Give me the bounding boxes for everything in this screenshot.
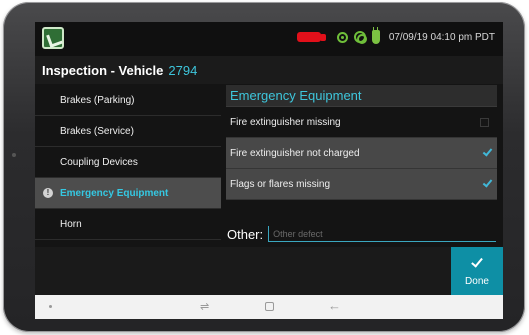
defect-row[interactable]: Flags or flares missing: [226, 169, 497, 200]
vehicle-number: 2794: [168, 62, 198, 78]
title-bar: Inspection - Vehicle 2794: [35, 56, 503, 84]
done-button[interactable]: Done: [451, 247, 503, 295]
checkbox-unchecked[interactable]: [480, 118, 489, 127]
side-sensor: [12, 153, 16, 157]
defect-label: Fire extinguisher not charged: [230, 147, 360, 159]
defect-panel: Emergency Equipment Fire extinguisher mi…: [226, 85, 497, 200]
app-screen: 07/09/19 04:10 pm PDT Inspection - Vehic…: [35, 22, 503, 319]
category-item-brakes-parking[interactable]: Brakes (Parking): [35, 85, 221, 116]
wifi-icon: [354, 31, 367, 44]
category-label: Coupling Devices: [60, 156, 138, 168]
action-bar: Done: [35, 247, 503, 295]
warning-icon: !: [43, 188, 53, 198]
other-label: Other:: [227, 227, 264, 242]
truck-icon: [297, 32, 326, 42]
app-logo-icon[interactable]: [42, 27, 64, 49]
defect-row[interactable]: Fire extinguisher not charged: [226, 138, 497, 169]
datetime: 07/09/19 04:10 pm PDT: [388, 32, 495, 43]
recent-apps-icon[interactable]: ⇌: [200, 300, 209, 313]
category-item-coupling-devices[interactable]: Coupling Devices: [35, 147, 221, 178]
status-icons: [297, 27, 380, 44]
menu-dot-icon[interactable]: [49, 305, 52, 308]
home-icon[interactable]: [265, 302, 274, 311]
check-icon: [471, 254, 483, 268]
android-nav-bar: ⇌ ←: [35, 295, 503, 319]
checkmark-icon[interactable]: [482, 177, 493, 188]
category-label: Emergency Equipment: [60, 187, 169, 199]
category-item-emergency-equipment[interactable]: ! Emergency Equipment: [35, 178, 221, 209]
category-item-horn[interactable]: Horn: [35, 209, 221, 240]
defect-label: Fire extinguisher missing: [230, 116, 341, 128]
category-label: Brakes (Parking): [60, 94, 135, 106]
panel-header: Emergency Equipment: [226, 85, 497, 107]
category-label: Horn: [60, 218, 82, 230]
category-label: Brakes (Service): [60, 125, 134, 137]
status-bar: 07/09/19 04:10 pm PDT: [35, 22, 503, 56]
other-defect-row: Other:: [226, 222, 497, 242]
done-label: Done: [465, 275, 489, 287]
defect-label: Flags or flares missing: [230, 178, 331, 190]
gps-icon: [337, 31, 348, 43]
plug-icon: [372, 27, 380, 44]
category-list: Brakes (Parking) Brakes (Service) Coupli…: [35, 85, 221, 241]
other-defect-input[interactable]: [268, 226, 497, 242]
defect-row[interactable]: Fire extinguisher missing: [226, 107, 497, 138]
category-item-brakes-service[interactable]: Brakes (Service): [35, 116, 221, 147]
back-icon[interactable]: ←: [328, 298, 341, 313]
page-title: Inspection - Vehicle: [42, 62, 164, 78]
checkmark-icon[interactable]: [482, 146, 493, 157]
